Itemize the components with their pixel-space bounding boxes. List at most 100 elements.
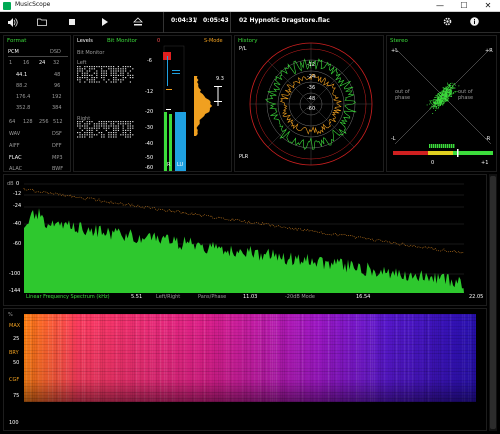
app-icon — [3, 2, 11, 10]
db-axis-label: dB — [7, 181, 14, 187]
scrollbar-thumb[interactable] — [490, 176, 496, 429]
container-mp3: MP3 — [52, 155, 63, 161]
time-separator: / — [195, 17, 198, 24]
s-mode-label[interactable]: S-Mode — [204, 38, 223, 44]
bits-32: 32 — [53, 60, 60, 66]
history-panel: History P/L PLR -12 -24 -36 -48 -60 — [234, 35, 384, 172]
scale-minus-20: -20 — [145, 109, 154, 115]
bits-16: 16 — [23, 60, 30, 66]
container-wav: WAV — [9, 131, 21, 137]
ring-label-36: -36 — [307, 85, 316, 91]
rate-352-8: 352.8 — [16, 105, 31, 111]
rate-192: 192 — [52, 94, 62, 100]
current-time: 0:04:31 — [171, 17, 197, 24]
y-tick-0: 0 — [16, 181, 20, 187]
left-right-toggle[interactable]: Left/Right — [156, 294, 180, 300]
container-dff: DFF — [52, 143, 62, 149]
y-tick-40: -40 — [13, 221, 22, 227]
rate-44-1: 44.1 — [16, 72, 28, 78]
spectrogram-display — [24, 314, 476, 402]
container-dsf: DSF — [52, 131, 62, 137]
bits-1: 1 — [9, 60, 13, 66]
dsd-64: 64 — [9, 119, 16, 125]
transport-toolbar: 0:04:31 / 0:05:43 02 Hypnotic Dragstore.… — [0, 12, 500, 33]
y-tick-144: -144 — [9, 288, 21, 294]
dsd-label: DSD — [50, 49, 61, 55]
rate-384: 384 — [52, 105, 62, 111]
spectro-tick-100: 100 — [9, 420, 19, 426]
pcm-label: PCM — [8, 49, 19, 55]
y-tick-12: -12 — [13, 191, 22, 197]
window-title: MusicScope — [15, 1, 51, 8]
eject-button[interactable] — [131, 16, 145, 28]
format-title: Format — [7, 38, 27, 44]
meter-label-lu: LU — [177, 162, 184, 168]
zero-label: 0 — [157, 38, 161, 44]
ring-label-60: -60 — [307, 106, 316, 112]
rate-88-2: 88.2 — [16, 83, 28, 89]
rate-176-4: 176.4 — [16, 94, 31, 100]
minimize-button[interactable]: — — [428, 0, 452, 12]
x-tick-16-54: 16.54 — [356, 294, 371, 300]
play-button[interactable] — [98, 16, 112, 28]
scale-minus-60: -60 — [145, 165, 154, 171]
scale-minus-6: -6 — [147, 58, 152, 64]
total-time: 0:05:43 — [203, 17, 229, 24]
scale-minus-12: -12 — [145, 89, 154, 95]
maximize-button[interactable]: ☐ — [452, 0, 476, 12]
scale-minus-30: -30 — [145, 125, 154, 131]
ring-label-24: -24 — [307, 74, 316, 80]
bits-24: 24 — [39, 60, 46, 66]
pl-label: P/L — [239, 46, 247, 52]
goniometer — [394, 47, 492, 145]
y-tick-24: -24 — [13, 203, 22, 209]
ring-label-48: -48 — [307, 96, 316, 102]
level-meters — [163, 45, 222, 172]
corr-plus-one-label: +1 — [481, 160, 489, 166]
spectrum-plot — [23, 183, 464, 293]
info-icon[interactable] — [468, 16, 482, 28]
settings-gear-icon[interactable] — [441, 16, 455, 28]
track-name: 02 Hypnotic Dragstore.flac — [239, 17, 330, 24]
title-bar: MusicScope — ☐ ✕ — [0, 0, 500, 12]
volume-icon[interactable] — [6, 16, 20, 28]
spectro-tick-50: 50 — [13, 360, 20, 366]
format-panel: Format PCM DSD 1 16 24 32 44.1 88.2 176.… — [3, 35, 71, 172]
vertical-scrollbar[interactable] — [489, 174, 497, 431]
stop-button[interactable] — [66, 16, 80, 28]
y-tick-60: -60 — [13, 241, 22, 247]
spectrum-type-label[interactable]: Linear Frequency Spectrum (kHz) — [26, 294, 110, 300]
stereo-panel: Stereo +L +R -L -R out of phase out of p… — [386, 35, 497, 172]
open-folder-button[interactable] — [35, 16, 49, 28]
marker-cgf: CGF — [9, 377, 20, 383]
minus-20db-mode-toggle[interactable]: -20dB Mode — [285, 294, 315, 300]
rate-48: 48 — [54, 72, 61, 78]
dsd-128: 128 — [23, 119, 33, 125]
pans-phase-toggle[interactable]: Pans/Phase — [198, 294, 226, 300]
close-button[interactable]: ✕ — [476, 0, 500, 12]
bit-monitor-label: Bit Monitor — [77, 50, 105, 56]
correlation-meter — [393, 144, 493, 157]
spectro-tick-75: 75 — [13, 393, 20, 399]
y-tick-100: -100 — [9, 271, 21, 277]
spectrum-panel: dB 0 -12 -24 -40 -60 -100 -144 5.51 11.0… — [3, 174, 487, 306]
x-tick-11-03: 11.03 — [243, 294, 258, 300]
ring-label-12: -12 — [307, 62, 316, 68]
container-bwf: BWF — [52, 166, 64, 172]
spectro-tick-25: 25 — [13, 336, 20, 342]
marker-max: MAX — [9, 323, 21, 329]
scale-minus-50: -50 — [145, 155, 154, 161]
meter-label-r: R — [167, 162, 171, 168]
corr-zero-label: 0 — [431, 160, 435, 166]
container-alac: ALAC — [9, 166, 23, 172]
peak-value: 9.3 — [216, 76, 224, 82]
bit-monitor-tab[interactable]: Bit Monitor — [107, 38, 137, 44]
x-tick-22-05: 22.05 — [469, 294, 484, 300]
scale-minus-40: -40 — [145, 141, 154, 147]
levels-panel: Levels Bit Monitor Bit Monitor Left Righ… — [73, 35, 232, 172]
dsd-256: 256 — [39, 119, 49, 125]
container-aiff: AIFF — [9, 143, 20, 149]
marker-bry: BRY — [9, 350, 19, 356]
dsd-512: 512 — [53, 119, 63, 125]
bit-monitor-display — [77, 66, 134, 138]
